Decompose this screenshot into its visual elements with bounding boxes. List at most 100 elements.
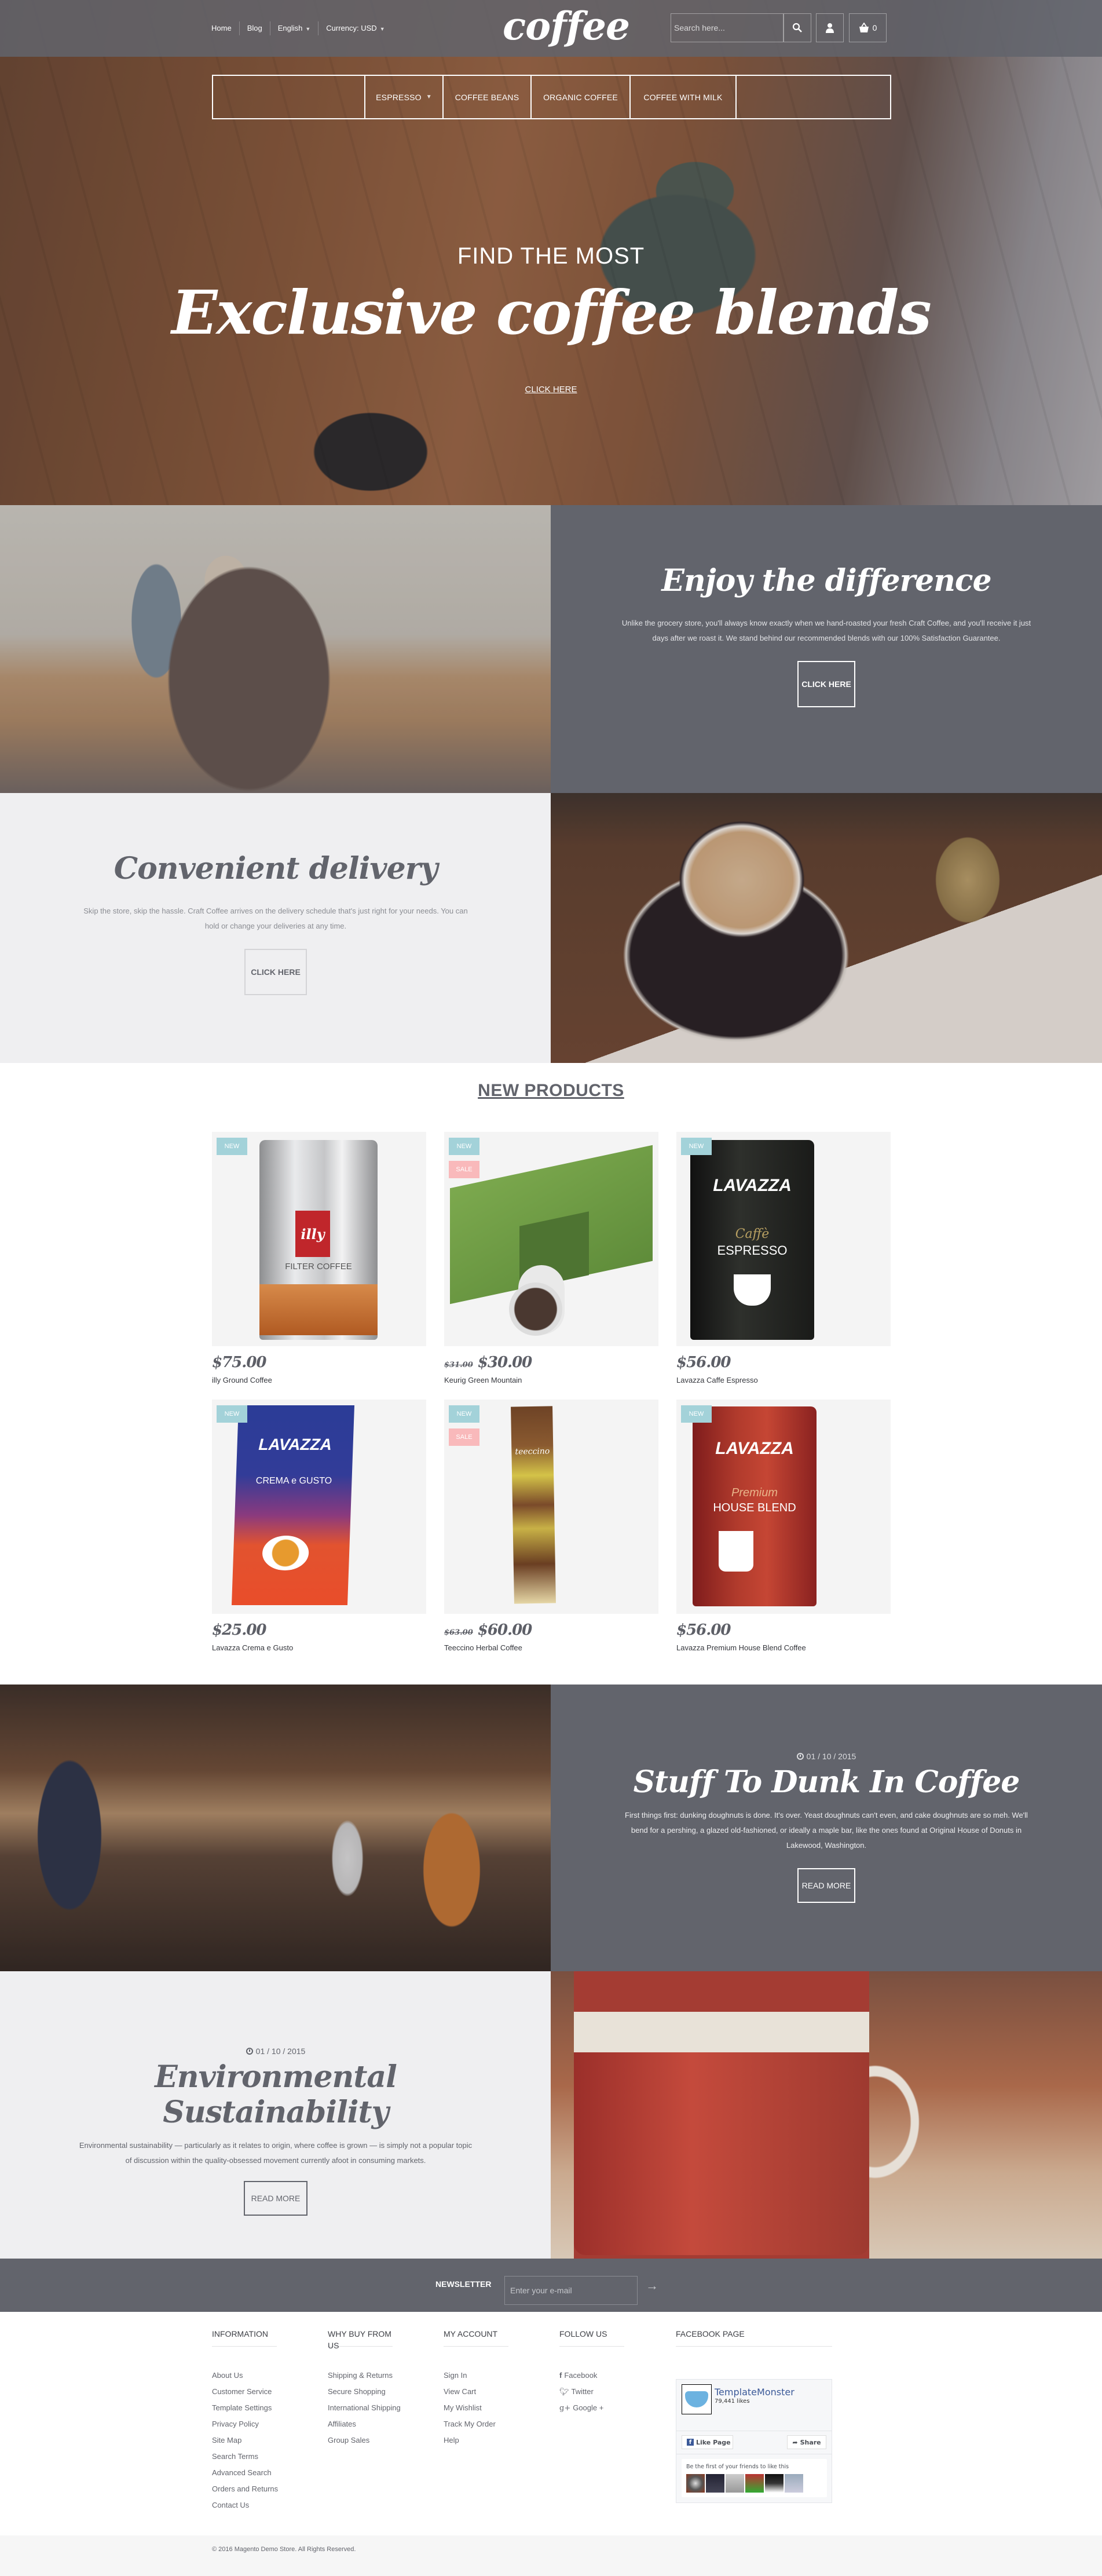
product-name[interactable]: Keurig Green Mountain	[444, 1376, 658, 1384]
hero-click-here-link: CLICK HERE	[0, 385, 1102, 394]
hero-cta-link[interactable]: CLICK HERE	[525, 385, 577, 394]
post-date-text: 01 / 10 / 2015	[806, 1752, 856, 1761]
product-image[interactable]: NEW SALE	[444, 1132, 658, 1346]
filter-coffee-text: FILTER COFFEE	[285, 1262, 352, 1271]
post-title[interactable]: Environmental Sustainability	[79, 2059, 473, 2130]
google-plus-link[interactable]: g+ Google +	[559, 2400, 657, 2416]
footer-link[interactable]: Search Terms	[212, 2449, 309, 2465]
enjoy-title: Enjoy the difference	[661, 563, 991, 598]
product-price: $75.00	[212, 1354, 267, 1371]
nav-home-link[interactable]: Home	[211, 21, 240, 35]
product-image[interactable]: teeccino NEW SALE	[444, 1400, 658, 1614]
footer-col-follow-us: FOLLOW US f Facebook 🐦︎ Twitter g+ Google +	[559, 2328, 657, 2416]
site-logo[interactable]: coffee	[503, 3, 630, 49]
post-date: 01 / 10 / 2015	[620, 1752, 1033, 1761]
friend-avatar[interactable]	[686, 2474, 705, 2493]
enjoy-body: Unlike the grocery store, you'll always …	[621, 619, 1031, 642]
newsletter-email-input[interactable]	[504, 2276, 638, 2305]
new-products-heading[interactable]: NEW PRODUCTS	[0, 1081, 1102, 1101]
footer-link[interactable]: International Shipping	[328, 2400, 425, 2416]
delivery-click-here-button[interactable]: CLICK HERE	[244, 949, 307, 995]
footer-link[interactable]: Customer Service	[212, 2384, 309, 2400]
footer-link[interactable]: Privacy Policy	[212, 2416, 309, 2432]
twitter-label: Twitter	[571, 2387, 594, 2396]
cup-art	[262, 1536, 310, 1570]
clock-icon	[796, 1753, 804, 1760]
footer-link[interactable]: Advanced Search	[212, 2465, 309, 2481]
nav-organic-coffee[interactable]: Organic coffee	[532, 76, 631, 118]
product-card[interactable]: teeccino NEW SALE $63.00 $60.00 Teeccino…	[444, 1400, 658, 1667]
post-panel: 01 / 10 / 2015 Stuff To Dunk In Coffee F…	[551, 1685, 1102, 1971]
product-card[interactable]: illy FILTER COFFEE NEW $75.00 illy Groun…	[212, 1132, 426, 1400]
footer-link[interactable]: Group Sales	[328, 2432, 425, 2449]
product-card[interactable]: LAVAZZA Caffè ESPRESSO NEW $56.00 Lavazz…	[676, 1132, 891, 1400]
footer-heading: FOLLOW US	[559, 2328, 624, 2347]
product-price: $56.00	[676, 1354, 731, 1371]
red-mug-photo	[551, 1971, 1102, 2259]
footer-link[interactable]: Template Settings	[212, 2400, 309, 2416]
search-input[interactable]	[671, 14, 783, 42]
k-cup-lid	[509, 1282, 562, 1336]
product-name[interactable]: Lavazza Crema e Gusto	[212, 1643, 426, 1652]
twitter-icon: 🐦︎	[559, 2387, 569, 2396]
footer-links: About Us Customer Service Template Setti…	[212, 2367, 309, 2513]
footer-link[interactable]: Affiliates	[328, 2416, 425, 2432]
fb-share-button[interactable]: ➦ Share	[787, 2435, 826, 2449]
read-more-button[interactable]: READ MORE	[244, 2181, 307, 2216]
product-image[interactable]: illy FILTER COFFEE NEW	[212, 1132, 426, 1346]
nav-coffee-with-milk[interactable]: Coffee with milk	[631, 76, 737, 118]
friend-avatar[interactable]	[726, 2474, 744, 2493]
friend-avatar[interactable]	[706, 2474, 724, 2493]
search-button[interactable]	[784, 13, 811, 42]
nav-espresso[interactable]: Espresso ▼	[365, 76, 444, 118]
fb-friend-avatars	[686, 2474, 803, 2493]
footer-link[interactable]: About Us	[212, 2367, 309, 2384]
language-switcher[interactable]: English ▼	[270, 21, 319, 35]
account-button[interactable]	[816, 13, 844, 42]
product-name[interactable]: Lavazza Premium House Blend Coffee	[676, 1643, 891, 1652]
product-name[interactable]: Lavazza Caffe Espresso	[676, 1376, 891, 1384]
twitter-link[interactable]: 🐦︎ Twitter	[559, 2384, 657, 2400]
footer-link[interactable]: Orders and Returns	[212, 2481, 309, 2497]
footer-link[interactable]: Help	[444, 2432, 541, 2449]
footer-link[interactable]: Sign In	[444, 2367, 541, 2384]
currency-label: Currency: USD	[326, 24, 377, 32]
post-title[interactable]: Stuff To Dunk In Coffee	[620, 1764, 1033, 1800]
footer-link[interactable]: Site Map	[212, 2432, 309, 2449]
old-price: $63.00	[444, 1628, 473, 1637]
cart-button[interactable]: 0	[849, 13, 887, 42]
nav-blog-link[interactable]: Blog	[240, 21, 270, 35]
nav-coffee-beans[interactable]: Coffee beans	[444, 76, 532, 118]
product-price: $60.00	[477, 1621, 533, 1639]
new-badge: NEW	[449, 1138, 479, 1155]
product-card[interactable]: LAVAZZA CREMA e GUSTO NEW $25.00 Lavazza…	[212, 1400, 426, 1667]
enjoy-click-here-button[interactable]: CLICK HERE	[797, 661, 855, 707]
product-image[interactable]: LAVAZZA CREMA e GUSTO NEW	[212, 1400, 426, 1614]
product-card[interactable]: NEW SALE $31.00 $30.00 Keurig Green Moun…	[444, 1132, 658, 1400]
friend-avatar[interactable]	[745, 2474, 764, 2493]
product-image[interactable]: LAVAZZA Premium HOUSE BLEND NEW	[676, 1400, 891, 1614]
currency-switcher[interactable]: Currency: USD ▼	[318, 21, 392, 35]
product-name[interactable]: illy Ground Coffee	[212, 1376, 426, 1384]
post-panel: 01 / 10 / 2015 Environmental Sustainabil…	[0, 1971, 551, 2259]
fb-like-page-button[interactable]: f Like Page	[682, 2435, 733, 2449]
read-more-button[interactable]: READ MORE	[797, 1868, 855, 1903]
footer-link[interactable]: Track My Order	[444, 2416, 541, 2432]
top-nav: Home Blog English ▼ Currency: USD ▼	[211, 21, 393, 35]
footer-link[interactable]: Secure Shopping	[328, 2384, 425, 2400]
product-card[interactable]: LAVAZZA Premium HOUSE BLEND NEW $56.00 L…	[676, 1400, 891, 1667]
caffe-text: Caffè	[735, 1227, 770, 1241]
product-name[interactable]: Teeccino Herbal Coffee	[444, 1643, 658, 1652]
footer-link[interactable]: Shipping & Returns	[328, 2367, 425, 2384]
facebook-link[interactable]: f Facebook	[559, 2367, 657, 2384]
hero-subtitle: FIND THE MOST	[457, 243, 645, 269]
footer-link[interactable]: View Cart	[444, 2384, 541, 2400]
templatemonster-avatar[interactable]	[682, 2384, 712, 2414]
product-image[interactable]: LAVAZZA Caffè ESPRESSO NEW	[676, 1132, 891, 1346]
footer-link[interactable]: Contact Us	[212, 2497, 309, 2513]
friend-avatar[interactable]	[765, 2474, 784, 2493]
subscribe-arrow-icon[interactable]: →	[646, 2278, 658, 2293]
footer-link[interactable]: My Wishlist	[444, 2400, 541, 2416]
friend-avatar[interactable]	[785, 2474, 803, 2493]
fb-page-name[interactable]: TemplateMonster	[715, 2387, 795, 2398]
